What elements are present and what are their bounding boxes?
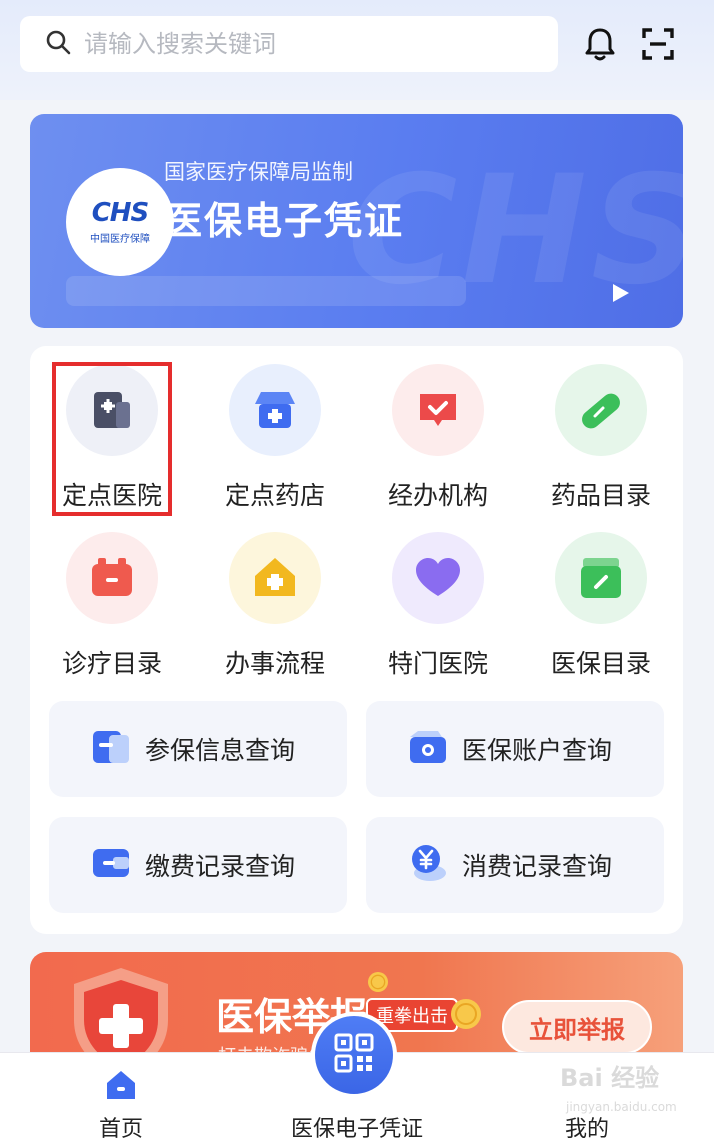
grid-item-process[interactable]: 办事流程 — [193, 532, 357, 688]
pill-icon — [555, 364, 647, 456]
logo-mark: CHS — [91, 197, 150, 228]
query-label: 医保账户查询 — [462, 736, 613, 765]
blurred-info — [66, 276, 466, 306]
grid-label: 定点药店 — [224, 481, 325, 510]
search-icon — [44, 28, 72, 60]
coin-icon — [366, 970, 390, 994]
process-icon — [229, 532, 321, 624]
query-consumption-record-button[interactable]: 消费记录查询 — [366, 817, 664, 913]
report-now-button[interactable]: 立即举报 — [502, 1000, 652, 1054]
play-arrow-icon[interactable] — [611, 282, 631, 304]
grid-label: 办事流程 — [224, 649, 325, 678]
grid-item-designated-pharmacy[interactable]: 定点药店 — [193, 364, 357, 520]
qr-code-button[interactable] — [311, 1012, 397, 1098]
bell-icon[interactable] — [580, 24, 620, 64]
query-insurance-info-button[interactable]: 参保信息查询 — [49, 701, 347, 797]
tab-label: 首页 — [98, 1117, 143, 1141]
insurance-info-icon — [89, 725, 133, 773]
tab-label: 我的 — [564, 1117, 609, 1141]
catalog-icon — [555, 532, 647, 624]
banner-subtitle: 国家医疗保障局监制 — [164, 160, 353, 184]
grid-item-agency[interactable]: 经办机构 — [356, 364, 520, 520]
grid-label: 经办机构 — [387, 481, 488, 510]
logo-subtext: 中国医疗保障 — [90, 233, 150, 245]
tab-label: 医保电子凭证 — [290, 1117, 423, 1141]
grid-item-special-hospital[interactable]: 特门医院 — [356, 532, 520, 688]
query-payment-record-button[interactable]: 缴费记录查询 — [49, 817, 347, 913]
coin-icon — [448, 996, 484, 1032]
grid-label: 药品目录 — [550, 481, 651, 510]
services-card: 定点医院 定点药店 经办机构 药品目录 诊疗目录 办事流程 特门医院 医保目录 … — [30, 346, 683, 934]
search-bar[interactable] — [20, 16, 558, 72]
treatment-icon — [66, 532, 158, 624]
scan-icon[interactable] — [638, 24, 678, 64]
grid-item-designated-hospital[interactable]: 定点医院 — [30, 364, 194, 520]
qr-code-icon — [332, 1031, 376, 1079]
baidu-watermark: Bai 经验 — [560, 1064, 660, 1092]
grid-item-insurance-catalog[interactable]: 医保目录 — [519, 532, 683, 688]
pharmacy-icon — [229, 364, 321, 456]
grid-label: 特门医院 — [387, 649, 488, 678]
agency-icon — [392, 364, 484, 456]
banner-title: 医保电子凭证 — [164, 199, 405, 243]
search-input[interactable] — [84, 30, 524, 58]
baidu-watermark-url: jingyan.baidu.com — [566, 1100, 677, 1114]
wallet-icon — [89, 841, 133, 889]
grid-label: 诊疗目录 — [61, 649, 162, 678]
query-account-button[interactable]: 医保账户查询 — [366, 701, 664, 797]
query-label: 缴费记录查询 — [145, 852, 296, 881]
heart-icon — [392, 532, 484, 624]
grid-item-treatment-catalog[interactable]: 诊疗目录 — [30, 532, 194, 688]
query-label: 参保信息查询 — [145, 736, 296, 765]
grid-label: 定点医院 — [61, 481, 162, 510]
query-label: 消费记录查询 — [462, 852, 613, 881]
hospital-icon — [66, 364, 158, 456]
chs-logo: CHS 中国医疗保障 — [66, 168, 174, 276]
tab-home[interactable]: 首页 — [76, 1053, 166, 1141]
grid-label: 医保目录 — [550, 649, 651, 678]
home-icon — [101, 1053, 141, 1109]
grid-item-drug-catalog[interactable]: 药品目录 — [519, 364, 683, 520]
account-icon — [406, 725, 450, 773]
yuan-icon — [406, 841, 450, 889]
